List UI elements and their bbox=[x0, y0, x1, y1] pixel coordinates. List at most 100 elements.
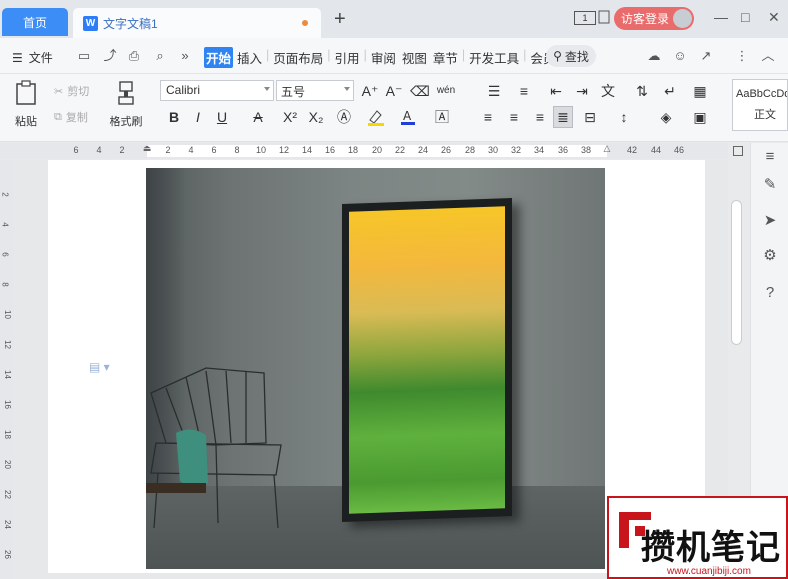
underline-button[interactable]: U bbox=[212, 108, 232, 126]
new-tab-button[interactable]: + bbox=[334, 9, 346, 29]
ruler-tick: 6 bbox=[211, 145, 217, 155]
table-border-icon[interactable]: ▦ bbox=[690, 82, 710, 100]
window-layout-icon[interactable] bbox=[598, 10, 610, 24]
bullet-list-icon[interactable]: ☰ bbox=[484, 82, 504, 100]
vruler-tick: 18 bbox=[2, 430, 12, 439]
strikethrough-button[interactable]: A bbox=[248, 108, 268, 126]
ruler-tick: 2 bbox=[165, 145, 171, 155]
file-menu[interactable]: ☰ 文件 bbox=[12, 49, 53, 66]
indent-marker-icon[interactable]: ⏏ bbox=[143, 143, 152, 154]
border-icon[interactable]: ▣ bbox=[690, 108, 710, 126]
distributed-align-icon[interactable]: ⊟ bbox=[580, 108, 600, 126]
minimize-button[interactable]: — bbox=[714, 9, 728, 25]
char-border-icon[interactable]: 🄰 bbox=[432, 108, 452, 126]
ruler-tick: 10 bbox=[255, 145, 267, 155]
page-count-badge[interactable]: 1 bbox=[574, 11, 596, 25]
highlight-icon[interactable] bbox=[366, 108, 386, 130]
align-right-icon[interactable]: ≡ bbox=[530, 108, 550, 126]
pen-edit-icon[interactable]: ✎ bbox=[760, 175, 780, 195]
ruler-tick: 16 bbox=[324, 145, 336, 155]
sidepanel-toggle-icon[interactable] bbox=[733, 146, 743, 156]
italic-button[interactable]: I bbox=[188, 108, 208, 126]
document-title: 文字文稿1 bbox=[103, 16, 158, 31]
paste-button[interactable]: 粘贴 bbox=[8, 80, 44, 129]
paragraph-layout-icon[interactable]: ▤ ▾ bbox=[89, 360, 110, 374]
text-effect-icon[interactable]: Ⓐ bbox=[334, 108, 354, 126]
font-color-icon[interactable]: A bbox=[398, 108, 418, 130]
ribbon: 粘贴 ✂ 剪切 ⧉ 复制 格式刷 Calibri 五号 A⁺ A⁻ ⌫ wén … bbox=[0, 74, 788, 142]
horizontal-ruler[interactable]: 6 4 2 2 4 6 8 10 12 14 16 18 20 22 24 26… bbox=[0, 143, 728, 159]
panel-menu-icon[interactable]: ≡ bbox=[760, 147, 780, 167]
shrink-font-button[interactable]: A⁻ bbox=[384, 82, 404, 100]
sort-icon[interactable]: ⇅ bbox=[632, 82, 652, 100]
maximize-button[interactable]: □ bbox=[741, 9, 749, 25]
format-painter-button[interactable]: 格式刷 bbox=[106, 80, 146, 129]
wps-writer-icon: W bbox=[83, 15, 98, 31]
tab-bar: 首页 W 文字文稿1 + 1 访客登录 — □ ✕ bbox=[0, 0, 788, 38]
collaborate-user-icon[interactable]: ☺ bbox=[672, 48, 688, 64]
save-icon[interactable]: ▭ bbox=[76, 48, 92, 64]
ruler-tick: 22 bbox=[394, 145, 406, 155]
share-export-icon[interactable]: ⤴ bbox=[102, 48, 118, 64]
tab-start[interactable]: 开始 bbox=[204, 47, 234, 68]
ruler-tick: 18 bbox=[347, 145, 359, 155]
image-picture-frame bbox=[342, 198, 512, 522]
vruler-tick: 12 bbox=[2, 340, 12, 349]
justify-icon[interactable]: ≣ bbox=[553, 106, 573, 128]
cloud-sync-icon[interactable]: ☁ bbox=[646, 48, 662, 64]
increase-indent-icon[interactable]: ⇥ bbox=[572, 82, 592, 100]
vertical-ruler[interactable]: 2 4 6 8 10 12 14 16 18 20 22 24 26 bbox=[0, 160, 14, 579]
adjust-settings-icon[interactable]: ⚙ bbox=[760, 246, 780, 266]
tab-developer[interactable]: 开发工具 bbox=[467, 47, 521, 68]
font-name-select[interactable]: Calibri bbox=[160, 80, 274, 101]
select-cursor-icon[interactable]: ➤ bbox=[760, 211, 780, 231]
search-button[interactable]: ⚲ 查找 bbox=[546, 45, 596, 67]
visitor-login-button[interactable]: 访客登录 bbox=[614, 7, 694, 30]
align-left-icon[interactable]: ≡ bbox=[478, 108, 498, 126]
close-button[interactable]: ✕ bbox=[768, 9, 780, 26]
subscript-button[interactable]: X₂ bbox=[306, 108, 326, 126]
shading-icon[interactable]: ◈ bbox=[656, 108, 676, 126]
vertical-scrollbar[interactable] bbox=[731, 200, 742, 345]
bold-button[interactable]: B bbox=[164, 108, 184, 126]
ruler-tick: 6 bbox=[73, 145, 79, 155]
help-icon[interactable]: ? bbox=[760, 283, 780, 303]
more-quick-icon[interactable]: » bbox=[177, 48, 193, 64]
collapse-ribbon-icon[interactable]: ︿ bbox=[760, 48, 776, 64]
tab-page-layout[interactable]: 页面布局 bbox=[271, 47, 325, 68]
numbered-list-icon[interactable]: ≡ bbox=[514, 82, 534, 100]
tab-home[interactable]: 首页 bbox=[2, 8, 68, 36]
line-spacing-icon[interactable]: ↕ bbox=[614, 108, 634, 126]
chinese-layout-icon[interactable]: 文 bbox=[598, 82, 618, 100]
phonetic-guide-button[interactable]: wén bbox=[436, 82, 456, 100]
tab-review[interactable]: 审阅 bbox=[369, 47, 398, 68]
tab-insert[interactable]: 插入 bbox=[235, 47, 264, 68]
cut-button[interactable]: ✂ 剪切 bbox=[54, 83, 89, 99]
tab-chapter[interactable]: 章节 bbox=[431, 47, 460, 68]
print-icon[interactable]: ⎙ bbox=[126, 48, 142, 64]
style-normal[interactable]: 正文 bbox=[736, 106, 785, 122]
tab-document[interactable]: W 文字文稿1 bbox=[73, 8, 321, 38]
superscript-button[interactable]: X² bbox=[280, 108, 300, 126]
share-icon[interactable]: ↗ bbox=[698, 48, 714, 64]
tab-view[interactable]: 视图 bbox=[400, 47, 429, 68]
vruler-tick: 14 bbox=[2, 370, 12, 379]
font-size-select[interactable]: 五号 bbox=[276, 80, 354, 101]
right-indent-marker-icon[interactable]: △ bbox=[604, 143, 611, 154]
chevron-down-icon bbox=[264, 87, 270, 91]
print-preview-icon[interactable]: ⌕ bbox=[152, 48, 168, 64]
decrease-indent-icon[interactable]: ⇤ bbox=[546, 82, 566, 100]
vruler-tick: 26 bbox=[2, 550, 12, 559]
brush-icon bbox=[118, 81, 134, 105]
inserted-image[interactable] bbox=[146, 168, 605, 569]
align-center-icon[interactable]: ≡ bbox=[504, 108, 524, 126]
eraser-icon[interactable]: ⌫ bbox=[410, 82, 430, 100]
show-marks-icon[interactable]: ↵ bbox=[660, 82, 680, 100]
tab-references[interactable]: 引用 bbox=[333, 47, 362, 68]
cut-label: 剪切 bbox=[67, 86, 90, 98]
ruler-tick: 8 bbox=[234, 145, 240, 155]
styles-gallery[interactable]: AaBbCcDd 正文 bbox=[732, 79, 788, 131]
more-options-icon[interactable]: ⋮ bbox=[734, 48, 750, 64]
copy-button[interactable]: ⧉ 复制 bbox=[54, 109, 88, 125]
grow-font-button[interactable]: A⁺ bbox=[360, 82, 380, 100]
